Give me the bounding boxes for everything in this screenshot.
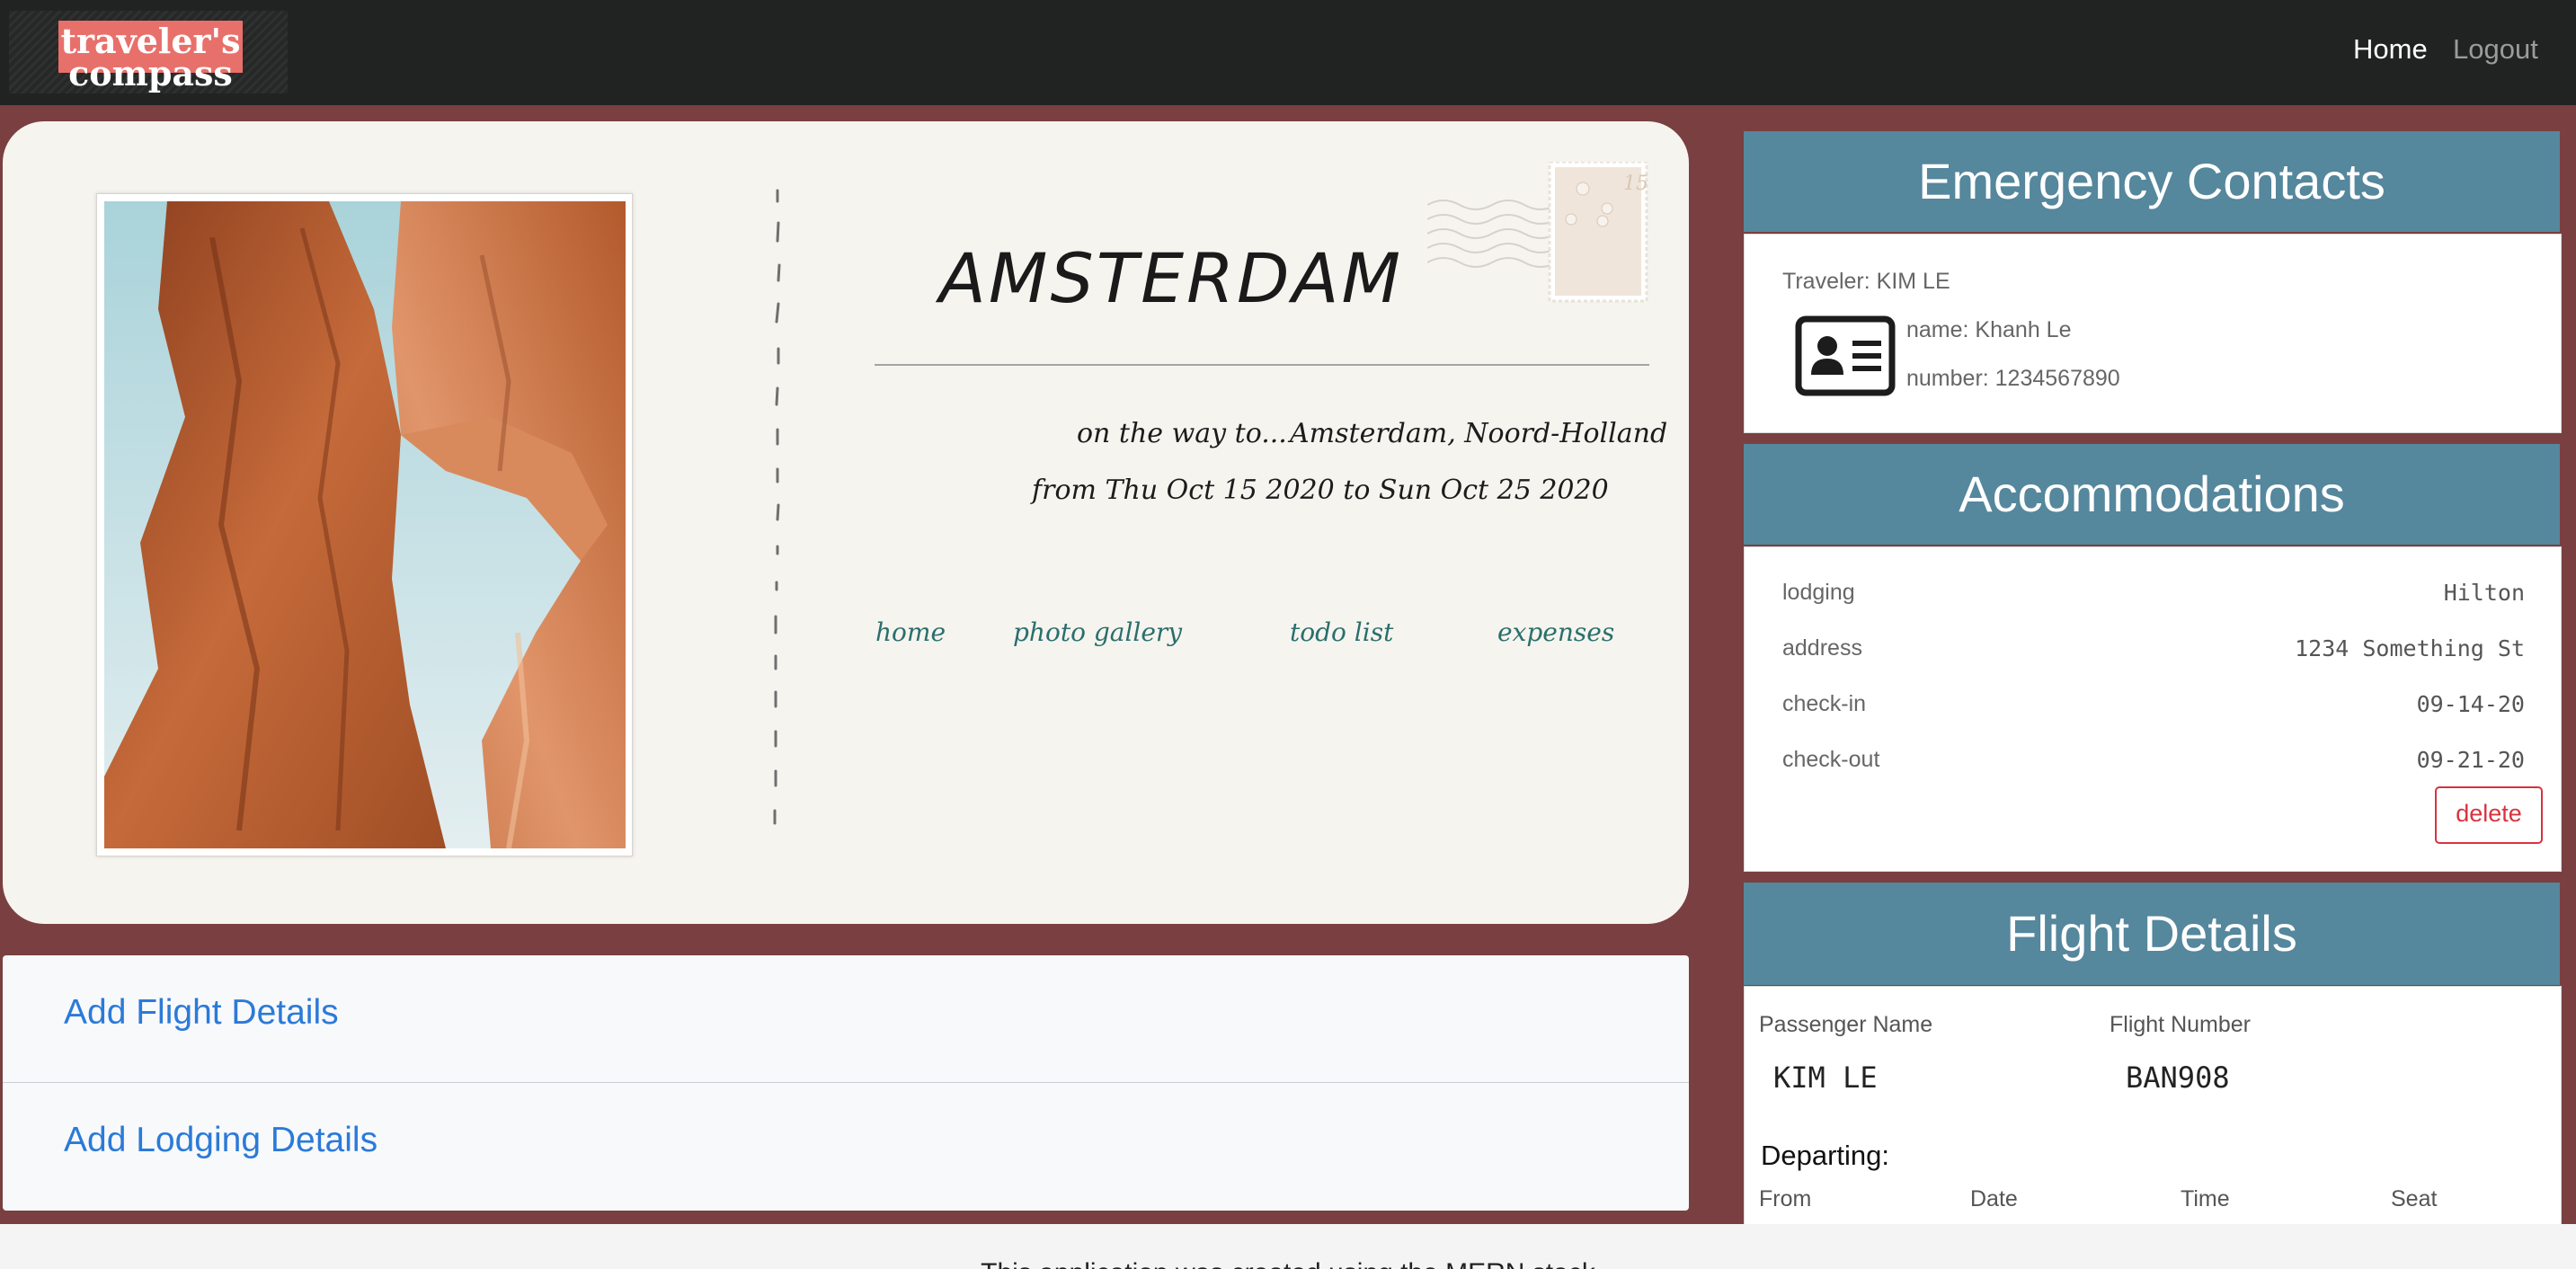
check-in-value: 09-14-20 xyxy=(2416,691,2525,717)
footer-text: This application was created using the M… xyxy=(0,1258,2576,1269)
trip-dates: from Thu Oct 15 2020 to Sun Oct 25 2020 xyxy=(1032,475,1609,506)
passenger-name-label: Passenger Name xyxy=(1759,1012,1933,1037)
on-the-way-label: on the way to... xyxy=(1077,418,1287,449)
add-lodging-panel: Add Lodging Details xyxy=(3,1083,1689,1211)
address-value: 1234 Something St xyxy=(2295,635,2525,661)
logo-text-bottom: compass xyxy=(68,53,233,93)
id-card-icon xyxy=(1795,315,1896,400)
delete-lodging-button[interactable]: delete xyxy=(2435,786,2543,844)
from-column-label: From xyxy=(1759,1186,1812,1211)
add-lodging-details-link[interactable]: Add Lodging Details xyxy=(64,1121,378,1160)
footer: This application was created using the M… xyxy=(0,1224,2576,1269)
time-column-label: Time xyxy=(2181,1186,2230,1211)
check-out-value: 09-21-20 xyxy=(2416,747,2525,773)
navbar: traveler's compass Home Logout xyxy=(0,0,2576,105)
flight-details-header: Flight Details xyxy=(1744,883,2560,985)
flight-number-value: BAN908 xyxy=(2126,1060,2230,1095)
postcard-link-photo-gallery[interactable]: photo gallery xyxy=(1013,617,1182,647)
lodging-label: lodging xyxy=(1782,580,1855,605)
passenger-name-value: KIM LE xyxy=(1773,1060,1878,1095)
seat-column-label: Seat xyxy=(2391,1186,2438,1211)
contact-name: name: Khanh Le xyxy=(1906,317,2072,342)
destination-place: Amsterdam, Noord-Holland xyxy=(1290,418,1668,449)
add-flight-panel: Add Flight Details xyxy=(3,955,1689,1083)
postcard-divider xyxy=(773,189,781,825)
emergency-contacts-header: Emergency Contacts xyxy=(1744,131,2560,232)
logo-area[interactable]: traveler's compass xyxy=(9,11,288,93)
photo-frame xyxy=(96,193,633,856)
emergency-contacts-card: Traveler: KIM LE name: Khanh Le number: … xyxy=(1744,234,2562,433)
check-in-label: check-in xyxy=(1782,691,1867,716)
destination-photo xyxy=(104,201,626,848)
postcard: 15 AMSTERDAM on the way to... Amsterdam,… xyxy=(3,121,1689,924)
destination-city: AMSTERDAM xyxy=(938,238,1404,318)
postcard-link-home[interactable]: home xyxy=(875,617,946,647)
traveler-label: Traveler: KIM LE xyxy=(1782,269,1950,294)
departing-heading: Departing: xyxy=(1761,1140,1890,1171)
check-out-label: check-out xyxy=(1782,747,1880,772)
postcard-link-todo-list[interactable]: todo list xyxy=(1290,617,1393,647)
rock-arch-image xyxy=(104,201,626,848)
nav-home-link[interactable]: Home xyxy=(2353,33,2428,66)
lodging-value: Hilton xyxy=(2443,580,2525,606)
postcard-link-expenses[interactable]: expenses xyxy=(1497,617,1614,647)
address-label: address xyxy=(1782,635,1862,661)
stamp-value: 15 xyxy=(1623,173,1648,195)
accommodations-header: Accommodations xyxy=(1744,444,2560,545)
flight-details-card: Passenger Name Flight Number KIM LE BAN9… xyxy=(1744,986,2562,1229)
flight-number-label: Flight Number xyxy=(2110,1012,2251,1037)
add-flight-details-link[interactable]: Add Flight Details xyxy=(64,993,339,1033)
nav-logout-link[interactable]: Logout xyxy=(2453,33,2538,66)
logo[interactable]: traveler's compass xyxy=(58,21,243,91)
date-column-label: Date xyxy=(1970,1186,2018,1211)
contact-number: number: 1234567890 xyxy=(1906,366,2120,391)
postcard-rule xyxy=(875,364,1649,366)
accommodations-card: lodging Hilton address 1234 Something St… xyxy=(1744,546,2562,872)
